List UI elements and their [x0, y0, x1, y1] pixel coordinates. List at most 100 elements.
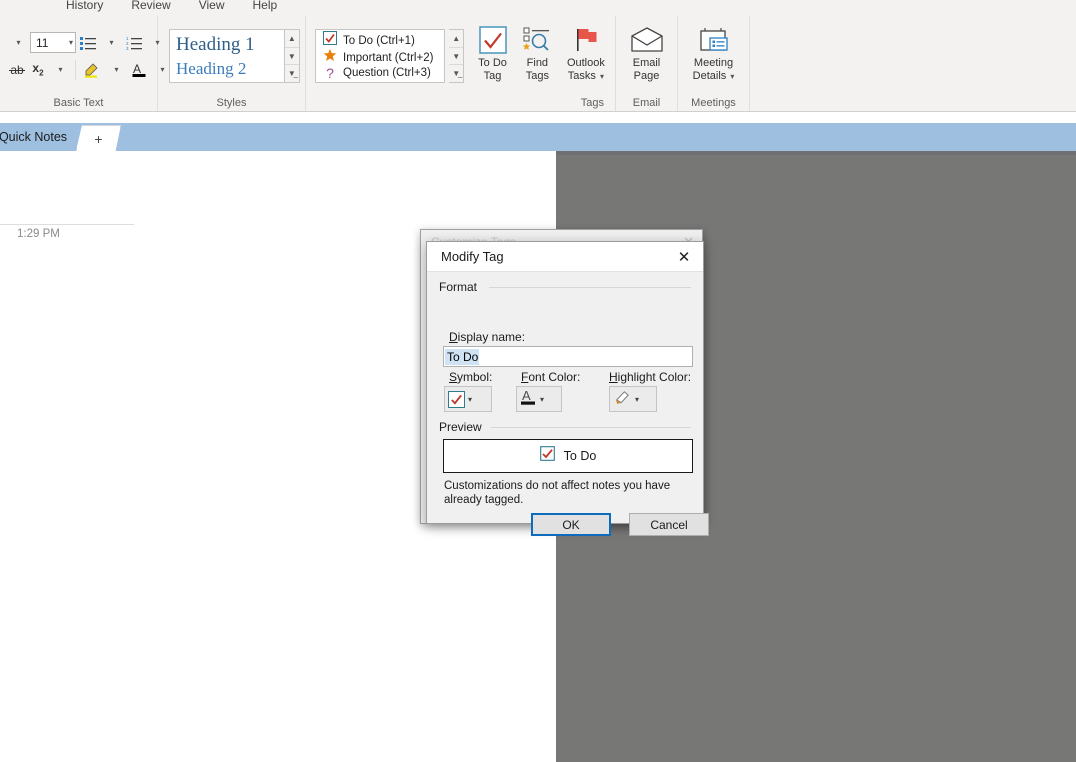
chevron-down-icon: ▾: [468, 394, 473, 404]
tag-preview-label: To Do: [563, 449, 597, 463]
tag-item-to-do[interactable]: To Do (Ctrl+1): [320, 31, 440, 49]
section-tab-quick-notes[interactable]: Quick Notes: [0, 123, 76, 151]
ribbon: History Review View Help ▾ 11 ▾ ▾ 1 2 3 …: [0, 0, 1076, 112]
email-page-button[interactable]: Email Page: [621, 18, 672, 94]
styles-list[interactable]: Heading 1 Heading 2: [169, 29, 285, 83]
ribbon-group-meetings: Meeting Details ▾ Meetings: [678, 16, 750, 111]
chevron-down-icon: ▾: [68, 38, 73, 47]
highlight-color-dropdown[interactable]: ▾: [609, 386, 657, 412]
display-name-input[interactable]: To Do: [443, 346, 693, 367]
chevron-down-icon: ▾: [114, 65, 119, 74]
strikethrough-icon: ab: [9, 62, 26, 77]
page-tab-strip: Quick Notes +: [0, 113, 1076, 151]
tags-controls: To Do (Ctrl+1) Important (Ctrl+2) ? Ques…: [311, 16, 610, 96]
tags-scroll-down-button[interactable]: ▼: [449, 46, 464, 65]
button-line-1: Email: [632, 57, 661, 69]
tags-scroll-up-button[interactable]: ▲: [449, 30, 463, 47]
button-line-2: Tasks ▾: [567, 70, 604, 82]
highlighter-icon: [613, 388, 632, 411]
display-name-value: To Do: [445, 348, 480, 365]
chevron-down-icon: ▾: [599, 72, 604, 81]
calendar-icon: [698, 23, 730, 57]
font-color-dropdown[interactable]: A ▾: [516, 386, 562, 412]
find-tags-button[interactable]: Find Tags: [517, 18, 558, 94]
group-label-styles: Styles: [216, 97, 247, 109]
modify-tag-titlebar[interactable]: Modify Tag ✕: [427, 242, 703, 272]
highlight-color-label: Highlight Color:: [609, 370, 692, 384]
font-name-dropdown[interactable]: ▾: [7, 32, 29, 54]
svg-text:A: A: [133, 62, 141, 76]
find-tags-icon: [522, 23, 552, 57]
cancel-button[interactable]: Cancel: [629, 513, 709, 536]
modify-tag-body: Format Display name: To Do Symbol: Font …: [427, 272, 709, 536]
text-highlight-dropdown[interactable]: ▾: [105, 59, 127, 81]
button-line-2: Page: [633, 70, 660, 82]
ribbon-tab-review[interactable]: Review: [117, 0, 184, 12]
chevron-down-icon: ▾: [16, 38, 21, 47]
question-mark-icon: ?: [326, 65, 334, 81]
plus-icon: +: [94, 130, 103, 147]
preview-group-line: [491, 427, 691, 428]
style-item-heading-2[interactable]: Heading 2: [176, 57, 278, 80]
button-line-1: Outlook: [566, 57, 605, 69]
style-item-heading-1[interactable]: Heading 1: [176, 32, 278, 57]
meeting-details-button[interactable]: Meeting Details ▾: [683, 18, 744, 94]
divider: [75, 59, 76, 80]
numbering-icon: 1 2 3: [126, 36, 142, 50]
bullets-icon: [80, 36, 96, 50]
ribbon-group-tags: To Do (Ctrl+1) Important (Ctrl+2) ? Ques…: [306, 16, 616, 111]
button-line-1: To Do: [478, 57, 507, 69]
font-color-icon: A: [132, 62, 146, 77]
button-line-2: Tags: [525, 70, 549, 82]
button-line-2: Details ▾: [692, 70, 735, 82]
symbol-dropdown[interactable]: ▾: [444, 386, 492, 412]
basic-text-controls: ▾ 11 ▾ ▾ 1 2 3 ▾ ab x2 ▾ ▾ A ▾: [5, 16, 254, 96]
strikethrough-button[interactable]: ab: [7, 59, 27, 81]
tag-item-label: Question (Ctrl+3): [343, 67, 431, 79]
envelope-icon: [630, 23, 664, 57]
symbol-label: Symbol:: [449, 370, 493, 384]
add-section-tab-button[interactable]: +: [76, 125, 121, 151]
to-do-tag-button[interactable]: To Do Tag: [472, 18, 513, 94]
customizations-hint-text: Customizations do not affect notes you h…: [444, 480, 671, 506]
note-timestamp: 1:29 PM: [17, 228, 60, 240]
close-icon[interactable]: ✕: [665, 242, 703, 271]
numbering-button[interactable]: 1 2 3: [123, 32, 145, 54]
font-size-combo[interactable]: 11 ▾: [30, 32, 76, 53]
styles-gallery: Heading 1 Heading 2 ▲ ▼ ▼̲: [163, 16, 300, 96]
tags-gallery[interactable]: To Do (Ctrl+1) Important (Ctrl+2) ? Ques…: [315, 29, 446, 83]
page-tab-strip-bar: [0, 123, 1076, 151]
chevron-down-icon: ▾: [635, 394, 640, 404]
ribbon-tab-view[interactable]: View: [185, 0, 239, 12]
checkbox-icon: [539, 446, 555, 466]
tag-item-important[interactable]: Important (Ctrl+2): [320, 48, 440, 66]
font-color-button[interactable]: A: [128, 59, 150, 81]
ribbon-tab-history[interactable]: History: [52, 0, 117, 12]
text-highlight-button[interactable]: [80, 59, 104, 81]
group-label-email: Email: [632, 97, 661, 109]
styles-scroll-up-button[interactable]: ▲: [285, 30, 299, 47]
subscript-button[interactable]: x2: [28, 59, 48, 81]
modify-tag-dialog[interactable]: Modify Tag ✕ Format Display name: To Do …: [426, 241, 709, 536]
ribbon-group-email: Email Page Email: [616, 16, 678, 111]
checkbox-icon: [448, 390, 465, 408]
chevron-down-icon: ▾: [540, 394, 545, 404]
format-group-label: Format: [439, 280, 483, 294]
tags-scroll-buttons: ▲ ▼ ▼̲: [449, 29, 465, 83]
styles-scroll-down-button[interactable]: ▼: [284, 46, 299, 65]
ribbon-tab-help[interactable]: Help: [239, 0, 292, 12]
ok-button[interactable]: OK: [531, 513, 611, 536]
bullets-button[interactable]: [77, 32, 99, 54]
modify-tag-title: Modify Tag: [441, 249, 504, 264]
subscript-dropdown[interactable]: ▾: [49, 59, 71, 81]
tag-item-question[interactable]: ? Question (Ctrl+3): [320, 66, 440, 80]
outlook-tasks-button[interactable]: Outlook Tasks ▾: [562, 18, 610, 94]
display-name-label: Display name:: [449, 330, 526, 344]
tags-more-button[interactable]: ▼̲: [449, 64, 464, 82]
bullets-dropdown[interactable]: ▾: [100, 32, 122, 54]
outlook-flag-icon: [571, 23, 601, 57]
styles-more-button[interactable]: ▼̲: [284, 64, 299, 82]
meetings-controls: Meeting Details ▾: [683, 16, 744, 96]
button-line-1: Meeting: [693, 57, 734, 69]
section-tab-label: Quick Notes: [0, 130, 68, 144]
